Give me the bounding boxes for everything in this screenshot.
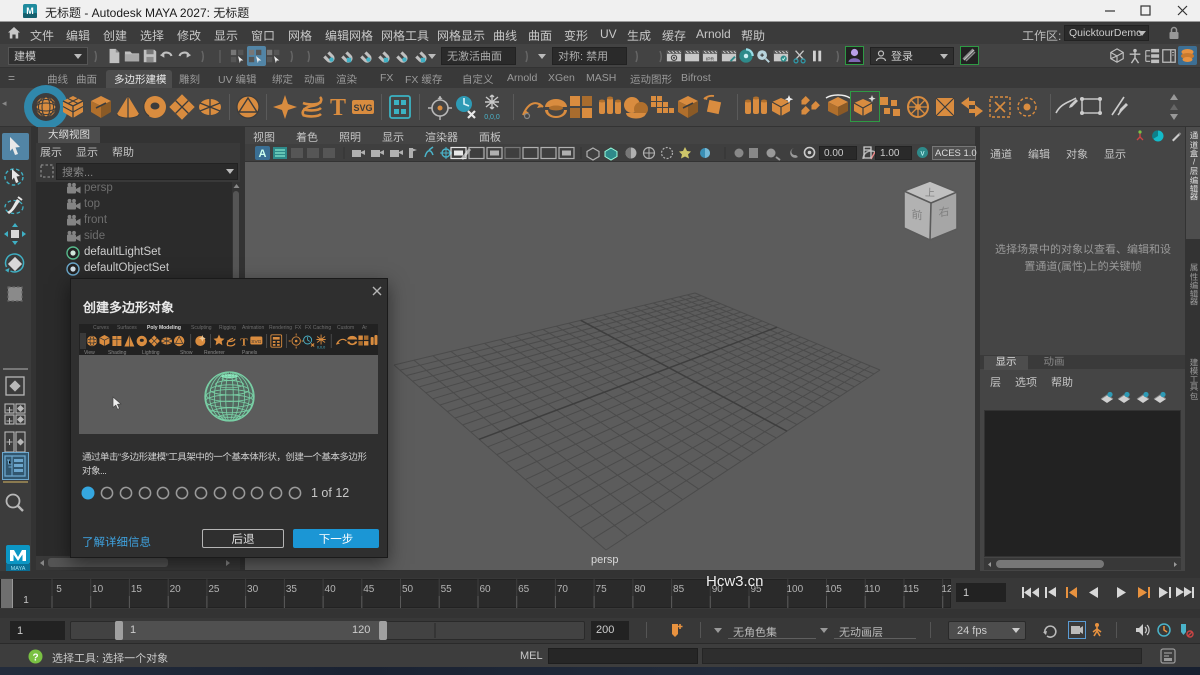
svg-text:SVG: SVG [251,339,261,345]
svg-text:45: 45 [363,584,375,595]
svg-text:85: 85 [673,584,685,595]
svg-text:65: 65 [518,584,530,595]
svg-text:?: ? [32,653,38,664]
svg-text:100: 100 [786,584,803,595]
svg-text:60: 60 [479,584,491,595]
svg-text:20: 20 [170,584,182,595]
svg-text:v: v [921,149,925,158]
svg-text:40: 40 [325,584,337,595]
svg-text:A: A [259,148,267,160]
svg-text:70: 70 [557,584,569,595]
svg-text:0,0,0: 0,0,0 [317,346,325,350]
svg-text:M: M [26,6,34,16]
svg-text:T: T [240,337,248,349]
svg-text:IPR: IPR [706,56,715,62]
svg-text:SVG: SVG [353,103,372,113]
svg-text:5: 5 [56,584,62,595]
svg-text:120: 120 [941,584,951,595]
svg-text:T: T [330,95,346,121]
svg-text:75: 75 [596,584,608,595]
svg-text:105: 105 [825,584,842,595]
svg-text:右: 右 [939,205,950,220]
svg-text:50: 50 [402,584,414,595]
svg-text:35: 35 [286,584,298,595]
svg-text:前: 前 [912,208,923,223]
svg-text:15: 15 [131,584,143,595]
svg-text:115: 115 [903,584,919,595]
svg-text:110: 110 [864,584,880,595]
svg-text:10: 10 [92,584,104,595]
svg-text:30: 30 [247,584,259,595]
svg-text:0,0,0: 0,0,0 [484,114,500,121]
svg-text:1: 1 [23,595,29,606]
svg-text:80: 80 [634,584,646,595]
svg-text:上: 上 [925,187,935,199]
svg-text:55: 55 [441,584,453,595]
svg-text:25: 25 [208,584,220,595]
